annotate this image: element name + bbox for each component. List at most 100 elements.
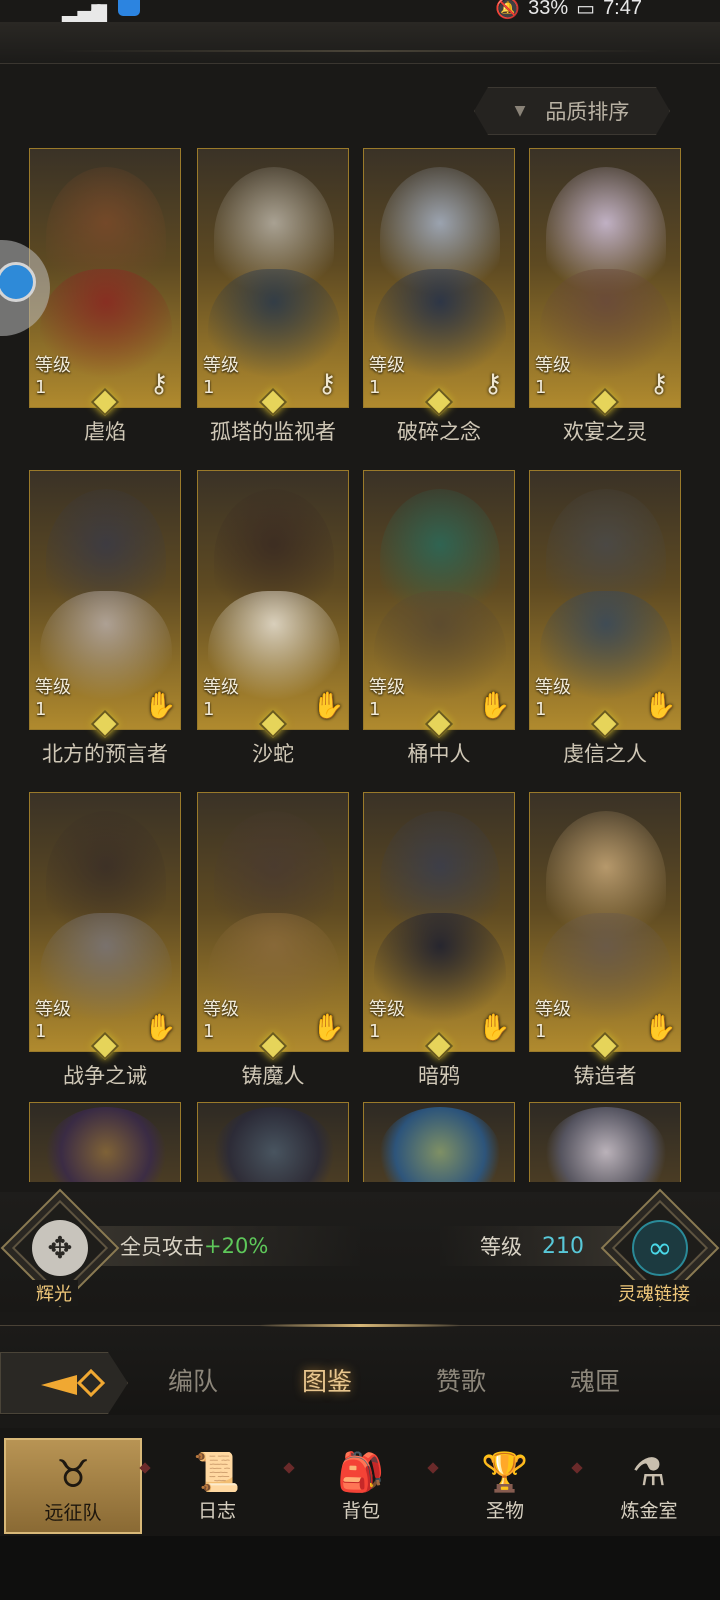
stats-bar: 全员攻击 +20% 等级 210 ✥ 辉光 ∞ 灵魂链接 — [0, 1188, 720, 1312]
hero-level: 等级 1 — [366, 999, 426, 1047]
hero-portrait: 等级 1 ✋ — [529, 470, 681, 730]
hero-card[interactable]: 等级 1 ✋ 虔信之人 — [529, 470, 681, 766]
tab-codex[interactable]: 图鉴 — [302, 1362, 352, 1398]
level-value: 210 — [542, 1233, 584, 1259]
hero-name: 北方的预言者 — [42, 742, 168, 766]
hero-name: 虐焰 — [84, 420, 126, 444]
level-label: 等级 — [35, 677, 71, 698]
tab-strip: 编队 图鉴 赞歌 魂匣 — [0, 1324, 720, 1415]
hero-card[interactable]: 等级 1 ✋ 战争之诫 — [29, 792, 181, 1088]
backpack-icon: 🎒 — [337, 1450, 385, 1494]
hero-portrait: 等级 1 ⚷ — [529, 148, 681, 408]
hero-card[interactable]: 等级 1 ✋ 北方的预言者 — [29, 470, 181, 766]
hand-icon: ✋ — [644, 1013, 677, 1043]
tab-soul-box[interactable]: 魂匣 — [570, 1362, 620, 1398]
level-value: 1 — [35, 377, 47, 398]
nav-alchemy[interactable]: ⚗ 炼金室 — [580, 1438, 718, 1534]
hero-card[interactable]: 等级 1 ✋ 铸魔人 — [197, 792, 349, 1088]
hero-portrait: 等级 1 ✋ — [29, 470, 181, 730]
level-value: 1 — [35, 699, 47, 720]
horned-helmet-icon: ♉ — [55, 1452, 91, 1496]
hero-name: 桶中人 — [407, 742, 471, 766]
hero-level: 等级 1 — [200, 677, 260, 725]
level-label: 等级 — [480, 1235, 522, 1259]
cloud-icon — [0, 262, 36, 302]
hand-icon: ✋ — [312, 1013, 345, 1043]
hero-card[interactable] — [529, 1102, 681, 1182]
scroll-icon: 📜 — [193, 1450, 241, 1494]
hero-name: 铸造者 — [573, 1064, 637, 1088]
level-value: 1 — [203, 699, 215, 720]
nav-expedition[interactable]: ♉ 远征队 — [4, 1438, 142, 1534]
battery-percent: 33% — [528, 0, 569, 19]
level-label: 等级 — [535, 355, 571, 376]
tab-hymns[interactable]: 赞歌 — [436, 1362, 486, 1398]
hero-name: 孤塔的监视者 — [210, 420, 336, 444]
hero-card[interactable] — [197, 1102, 349, 1182]
level-label: 等级 — [35, 355, 71, 376]
nav-backpack[interactable]: 🎒 背包 — [292, 1438, 430, 1534]
key-icon: ⚷ — [649, 369, 669, 399]
hero-portrait: 等级 1 ✋ — [29, 792, 181, 1052]
hero-name: 破碎之念 — [397, 420, 481, 444]
hand-icon: ✋ — [478, 1013, 511, 1043]
hero-name: 沙蛇 — [252, 742, 294, 766]
hero-portrait — [363, 1102, 515, 1182]
level-label: 等级 — [369, 677, 405, 698]
nav-journal[interactable]: 📜 日志 — [148, 1438, 286, 1534]
app-notification-icon — [118, 0, 140, 16]
back-button[interactable] — [0, 1352, 128, 1414]
level-value: 1 — [203, 377, 215, 398]
hero-name: 战争之诫 — [63, 1064, 147, 1088]
level-value: 1 — [369, 1021, 381, 1042]
hero-portrait: 等级 1 ✋ — [363, 792, 515, 1052]
quality-sort-button[interactable]: ▼ 品质排序 — [474, 87, 670, 135]
hero-head — [46, 1107, 166, 1182]
bonus-line: 全员攻击 +20% — [90, 1226, 360, 1266]
hero-portrait — [529, 1102, 681, 1182]
hero-portrait: 等级 1 ⚷ — [363, 148, 515, 408]
clock: 7:47 — [603, 0, 642, 19]
key-icon: ⚷ — [483, 369, 503, 399]
nav-label: 背包 — [341, 1500, 380, 1522]
key-icon: ⚷ — [149, 369, 169, 399]
level-value: 1 — [203, 1021, 215, 1042]
hand-icon: ✋ — [644, 691, 677, 721]
hand-icon: ✋ — [312, 691, 345, 721]
level-value: 1 — [369, 377, 381, 398]
hero-level: 等级 1 — [532, 355, 592, 403]
chain-link-icon: ∞ — [632, 1220, 688, 1276]
hero-portrait: 等级 1 ✋ — [529, 792, 681, 1052]
level-label: 等级 — [203, 999, 239, 1020]
hero-card[interactable] — [29, 1102, 181, 1182]
hero-card[interactable] — [363, 1102, 515, 1182]
level-value: 1 — [535, 699, 547, 720]
level-label: 等级 — [203, 355, 239, 376]
hero-card[interactable]: 等级 1 ✋ 暗鸦 — [363, 792, 515, 1088]
hero-card[interactable]: 等级 1 ⚷ 虐焰 — [29, 148, 181, 444]
hero-card[interactable]: 等级 1 ✋ 桶中人 — [363, 470, 515, 766]
level-value: 1 — [535, 1021, 547, 1042]
hero-card[interactable]: 等级 1 ✋ 沙蛇 — [197, 470, 349, 766]
status-bar: ▂▄▆ ◠ 🔕 33% ▭ 7:47 — [0, 0, 720, 22]
hero-level: 等级 1 — [32, 677, 92, 725]
key-icon: ⚷ — [317, 369, 337, 399]
hero-level: 等级 1 — [32, 999, 92, 1047]
hero-card[interactable]: 等级 1 ✋ 铸造者 — [529, 792, 681, 1088]
level-label: 等级 — [535, 999, 571, 1020]
tab-formation[interactable]: 编队 — [168, 1362, 218, 1398]
hero-name: 铸魔人 — [241, 1064, 305, 1088]
hero-card[interactable]: 等级 1 ⚷ 破碎之念 — [363, 148, 515, 444]
radiance-label: 辉光 — [30, 1280, 78, 1306]
level-value: 1 — [535, 377, 547, 398]
hero-name: 暗鸦 — [418, 1064, 460, 1088]
hero-head — [214, 1107, 334, 1182]
hero-level: 等级 1 — [532, 677, 592, 725]
signal-icon: ▂▄▆ — [62, 0, 107, 22]
nav-relics[interactable]: 🏆 圣物 — [436, 1438, 574, 1534]
hero-portrait: 等级 1 ✋ — [197, 792, 349, 1052]
hero-portrait — [29, 1102, 181, 1182]
hero-card[interactable]: 等级 1 ⚷ 欢宴之灵 — [529, 148, 681, 444]
level-label: 等级 — [203, 677, 239, 698]
hero-card[interactable]: 等级 1 ⚷ 孤塔的监视者 — [197, 148, 349, 444]
